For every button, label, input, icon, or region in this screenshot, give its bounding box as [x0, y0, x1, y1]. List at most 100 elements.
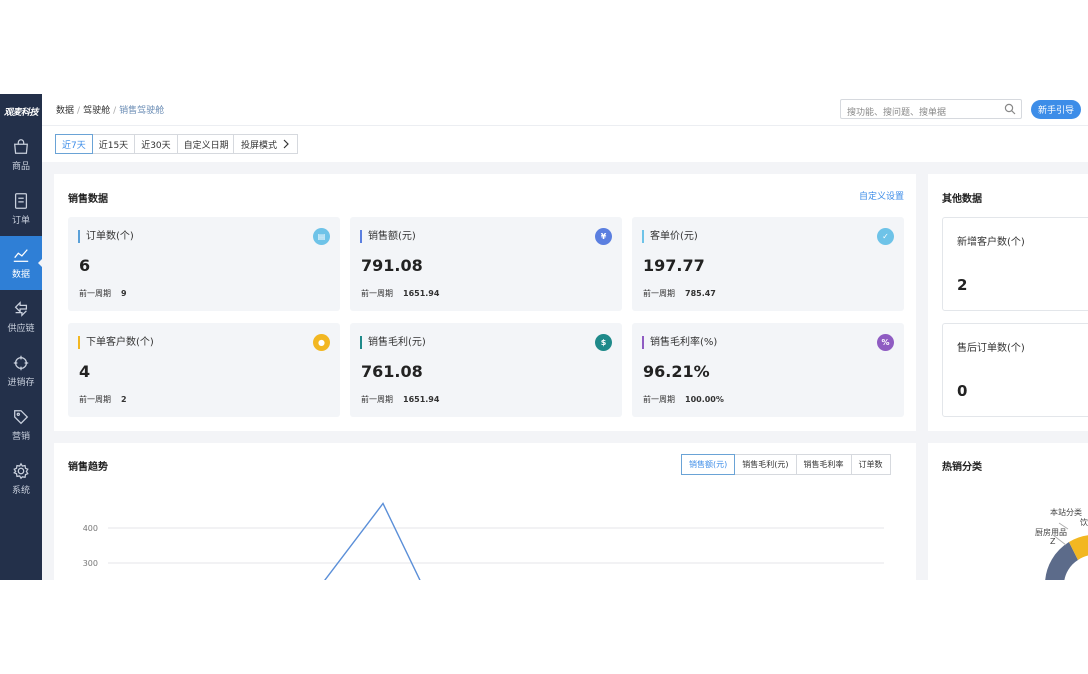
sidebar-item-data[interactable]: 数据 — [0, 236, 43, 290]
pie-label: 饮 — [1080, 518, 1088, 527]
clipboard-icon: ▤ — [313, 228, 330, 245]
brand-logo: 观麦科技 — [3, 107, 39, 118]
metric-label: 新增客户数(个) — [957, 237, 1025, 248]
metric-value: 2 — [957, 276, 968, 294]
gear-icon — [13, 462, 29, 480]
previous-period: 前一周期 9 — [79, 288, 127, 299]
sidebar-item-supply-chain[interactable]: 供应链 — [0, 290, 42, 344]
search-icon[interactable] — [1004, 103, 1016, 115]
screen-mode-label: 投屏模式 — [241, 140, 278, 151]
metric-value: 791.08 — [361, 256, 423, 275]
metric-card: 订单数(个) ▤ 6 前一周期 9 — [68, 217, 340, 311]
previous-period-value: 1651.94 — [403, 289, 440, 298]
app-window: 观麦科技 商品 订单 数据 供应链 进销存 营销 系统 数据 / 驾驶舱 / 销… — [0, 94, 1088, 580]
metric-card: 售后订单数(个) 0 — [942, 323, 1088, 417]
sidebar-item-label: 进销存 — [7, 378, 35, 388]
breadcrumb-item[interactable]: 驾驶舱 — [83, 106, 110, 116]
panel-title: 销售数据 — [68, 194, 108, 205]
user-icon: ● — [313, 334, 330, 351]
sidebar-item-label: 订单 — [11, 216, 30, 226]
sidebar-item-goods[interactable]: 商品 — [0, 128, 42, 182]
metric-value: 761.08 — [361, 362, 423, 381]
other-data-panel: 其他数据 新增客户数(个) 2 售后订单数(个) 0 — [928, 174, 1088, 431]
search-input[interactable] — [841, 104, 991, 122]
search-box — [840, 99, 1022, 122]
series-line[interactable] — [298, 502, 437, 581]
chart-icon — [13, 249, 29, 262]
date-option-7d[interactable]: 近7天 — [55, 134, 93, 154]
filter-bar: 近7天 近15天 近30天 自定义日期 投屏模式 — [42, 126, 1088, 162]
date-option-15d[interactable]: 近15天 — [91, 134, 136, 154]
metric-value: 197.77 — [643, 256, 705, 275]
date-option-custom[interactable]: 自定义日期 — [176, 134, 236, 154]
previous-period: 前一周期 1651.94 — [361, 288, 439, 299]
metric-label: 销售毛利率(%) — [642, 336, 717, 349]
metric-label: 销售毛利(元) — [360, 336, 426, 349]
previous-period: 前一周期 785.47 — [643, 288, 716, 299]
metric-card: 销售毛利(元) $761.08 前一周期 1651.94 — [350, 323, 622, 417]
metric-label: 下单客户数(个) — [78, 336, 154, 349]
tag-icon — [14, 410, 29, 425]
custom-settings-link[interactable]: 自定义设置 — [859, 189, 904, 202]
metric-value: 0 — [957, 382, 968, 400]
previous-period-label: 前一周期 — [361, 395, 393, 404]
previous-period-label: 前一周期 — [643, 289, 675, 298]
previous-period-value: 2 — [121, 395, 127, 404]
metric-card: 客单价(元) ✓ 197.77 前一周期 785.47 — [632, 217, 904, 311]
sales-trend-chart: 400 300 — [83, 502, 884, 581]
metric-label: 订单数(个) — [78, 230, 134, 243]
previous-period: 前一周期 1651.94 — [361, 394, 439, 405]
previous-period: 前一周期 100.00% — [643, 394, 724, 405]
metric-card: 下单客户数(个) ● 4 前一周期 2 — [68, 323, 340, 417]
cycle-icon — [13, 355, 29, 371]
top-bar: 数据/驾驶舱/销售驾驶舱 新手引导 — [42, 94, 1088, 126]
previous-period-value: 1651.94 — [403, 395, 440, 404]
previous-period-label: 前一周期 — [643, 395, 675, 404]
bag-icon — [14, 139, 28, 154]
pie-label: Z — [1050, 537, 1056, 546]
sales-trend-panel: 销售趋势 销售额(元) 销售毛利(元) 销售毛利率 订单数 400 300 — [54, 443, 916, 580]
tab-sales-amount[interactable]: 销售额(元) — [681, 454, 736, 475]
y-tick-label: 400 — [83, 524, 98, 533]
chevron-right-icon — [283, 139, 289, 149]
exchange-icon — [14, 301, 28, 317]
metric-label: 销售额(元) — [360, 230, 416, 243]
sales-data-panel: 销售数据 自定义设置 订单数(个) ▤ 6 前一周期 9 销售额(元) ¥791.08 前一周… — [54, 174, 916, 431]
metric-card: 销售毛利率(%)% 96.21% 前一周期 100.00% — [632, 323, 904, 417]
sidebar-item-label: 数据 — [11, 270, 30, 280]
sidebar-item-label: 营销 — [11, 432, 30, 442]
previous-period-value: 100.00% — [685, 395, 724, 404]
previous-period-value: 785.47 — [685, 289, 716, 298]
yen-icon: ¥ — [595, 228, 612, 245]
metric-card: 销售额(元) ¥791.08 前一周期 1651.94 — [350, 217, 622, 311]
previous-period-value: 9 — [121, 289, 127, 298]
sidebar: 观麦科技 商品 订单 数据 供应链 进销存 营销 系统 — [0, 94, 43, 580]
sidebar-item-orders[interactable]: 订单 — [0, 182, 42, 236]
breadcrumb: 数据 / 驾驶舱 / 销售驾驶舱 — [56, 106, 165, 116]
breadcrumb-current: 销售驾驶舱 — [119, 106, 165, 116]
sidebar-item-inventory[interactable]: 进销存 — [0, 344, 42, 398]
sidebar-item-label: 系统 — [11, 486, 30, 496]
metric-card: 新增客户数(个) 2 — [942, 217, 1088, 311]
metric-value: 4 — [79, 362, 91, 381]
screen-mode-button[interactable]: 投屏模式 — [233, 134, 299, 154]
percent-icon: % — [877, 334, 894, 351]
previous-period-label: 前一周期 — [79, 395, 111, 404]
breadcrumb-item[interactable]: 数据 — [56, 106, 74, 116]
date-range-selector: 近7天 近15天 近30天 自定义日期 — [55, 134, 236, 154]
metric-value: 96.21% — [643, 362, 710, 381]
sidebar-item-system[interactable]: 系统 — [0, 452, 42, 506]
calendar-check-icon: ✓ — [877, 228, 894, 245]
previous-period: 前一周期 2 — [79, 394, 127, 405]
panel-title: 其他数据 — [942, 194, 982, 205]
sidebar-item-label: 商品 — [11, 162, 30, 172]
sidebar-item-marketing[interactable]: 营销 — [0, 398, 42, 452]
guide-button[interactable]: 新手引导 — [1031, 100, 1081, 119]
date-option-30d[interactable]: 近30天 — [134, 134, 178, 154]
document-icon — [14, 193, 28, 209]
previous-period-label: 前一周期 — [79, 289, 111, 298]
y-tick-label: 300 — [83, 559, 98, 568]
metric-label: 客单价(元) — [642, 230, 698, 243]
previous-period-label: 前一周期 — [361, 289, 393, 298]
metric-label: 售后订单数(个) — [957, 343, 1025, 354]
